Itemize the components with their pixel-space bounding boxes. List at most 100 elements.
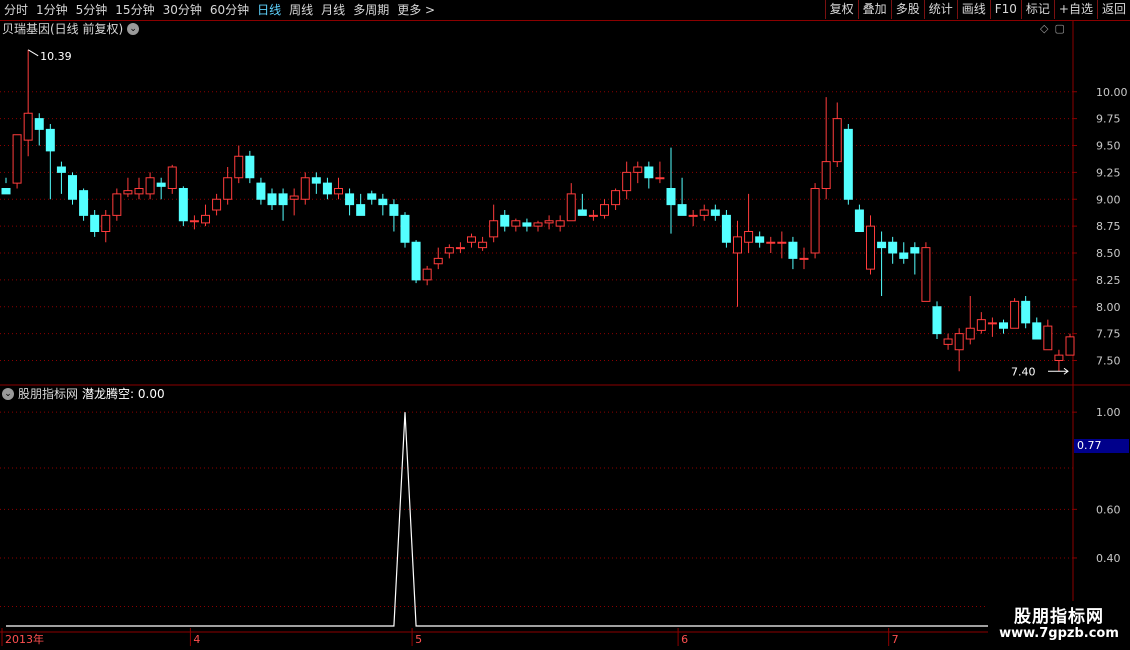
candle-body [666,188,676,206]
watermark: 股朋指标网 www.7gpzb.com [988,601,1130,650]
candle [899,242,909,264]
watermark-url: www.7gpzb.com [999,626,1119,641]
candle-body [710,209,720,216]
high-marker [27,49,39,57]
candle-body [156,182,166,187]
candle [721,210,731,248]
candle-body [367,193,377,200]
candle [688,210,698,227]
candle [455,242,465,253]
candle [1065,333,1075,356]
candle-body [145,177,155,195]
candle [766,236,776,253]
candle [633,161,643,184]
candle-body [322,182,332,195]
candle-body [189,220,199,223]
candle-body [1054,354,1064,361]
y-tick-label: 7.75 [1096,328,1121,341]
candle-body [744,231,754,243]
candle-body [256,182,266,200]
candle [389,199,399,232]
candle [167,164,177,194]
candle-body [345,193,355,206]
candle-body [1,188,11,195]
candle-body [123,190,133,195]
candle [921,242,931,302]
candle-body [90,214,100,232]
x-tick-label: 2013年 [5,632,44,646]
y-tick-label: 1.00 [1096,406,1121,419]
current-value-tag: 0.77 [1074,439,1129,453]
candle-body [422,268,432,281]
candle [433,247,443,270]
candle [677,177,687,216]
candle [45,124,55,200]
candle [511,218,521,232]
y-tick-label: 7.50 [1096,355,1121,368]
candle-body [655,177,665,180]
candle [976,312,986,334]
candle [1021,296,1031,329]
candle-body [821,161,831,189]
candle-body [478,241,488,249]
candle [400,212,410,248]
candle [644,161,654,189]
candle [489,204,499,243]
candle [987,317,997,337]
candle-body [45,128,55,152]
candle-body [433,257,443,265]
candle-body [12,134,22,184]
candle-body [832,118,842,163]
candle [123,177,133,198]
candle [234,145,244,184]
candle [910,242,920,275]
candle [178,186,188,227]
candle-body [101,214,111,232]
candle [888,236,898,264]
candle [755,231,765,248]
candle-body [588,214,598,217]
candle-body [866,225,875,270]
candle [622,161,632,200]
candle-body [201,214,210,224]
candle-body [600,204,609,216]
x-tick-label: 5 [415,633,422,646]
candle-body [311,177,321,184]
candle [500,210,510,232]
candle-body [500,214,510,227]
candle-body [267,193,277,206]
candle [189,215,199,230]
candle [854,204,864,232]
candle [411,240,421,284]
candle-body [932,306,942,335]
candle-body [34,118,44,130]
candle [810,183,820,259]
candle-body [943,338,953,345]
candle-body [777,241,787,244]
y-tick-label: 9.75 [1096,113,1121,126]
y-tick-label: 9.25 [1096,166,1121,179]
candle [289,188,299,216]
candle-body [522,222,532,227]
candle [422,265,432,286]
indicator-line [6,412,1070,627]
candle-body [1043,325,1053,351]
candle [444,244,454,259]
candle [866,215,875,275]
candle [744,193,754,253]
candle [600,199,609,219]
candle-body [965,327,975,340]
candle-body [688,214,698,217]
candle-body [976,319,986,331]
candle [1054,349,1064,372]
candle-body [733,236,742,254]
candle [666,147,676,234]
candle [278,188,288,221]
candle [522,218,532,232]
candle-body [112,193,122,216]
candle [1010,298,1020,329]
candle-body [1021,300,1031,324]
candle-body [611,190,621,206]
candle [1,177,11,195]
candle-body [699,209,709,216]
